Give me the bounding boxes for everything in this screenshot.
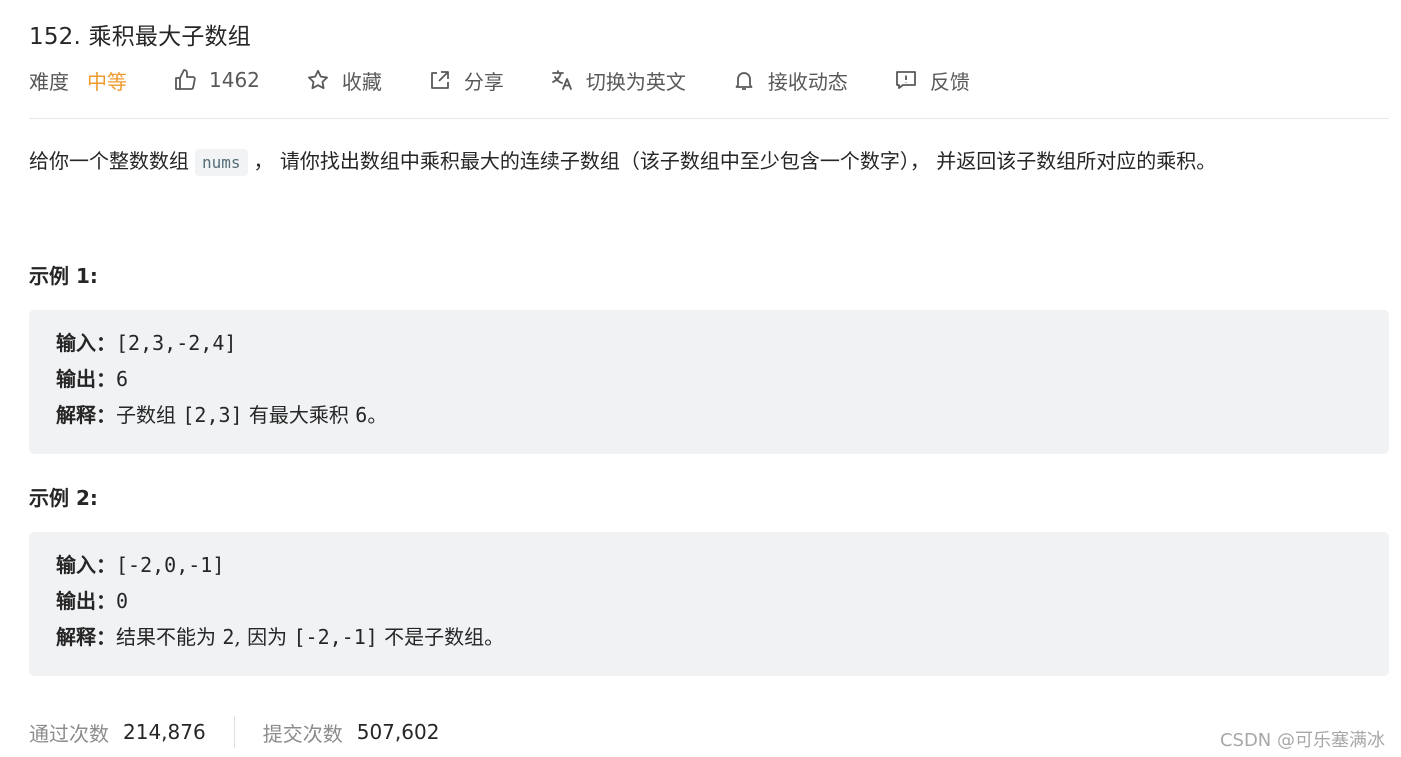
input-label: 输入： <box>56 331 116 355</box>
subscribe-label: 接收动态 <box>767 69 848 94</box>
problem-title: 152. 乘积最大子数组 <box>29 24 251 50</box>
favorite-label: 收藏 <box>341 69 382 94</box>
submission-stats: 通过次数 214,876 提交次数 507,602 <box>29 716 439 748</box>
csdn-watermark: CSDN @可乐塞满冰 <box>1219 730 1385 751</box>
submissions-label: 提交次数 <box>262 721 343 746</box>
explain-text-a: 子数组 <box>116 403 183 427</box>
bell-icon <box>732 68 756 92</box>
explain-label: 解释： <box>56 403 116 427</box>
description-text-after: ， 请你找出数组中乘积最大的连续子数组（该子数组中至少包含一个数字）， 并返回该… <box>253 149 1217 173</box>
input-label: 输入： <box>56 553 116 577</box>
translate-button[interactable]: 切换为英文 <box>550 66 686 95</box>
thumbs-up-icon <box>173 68 197 92</box>
explain-text-c: 不是子数组。 <box>377 625 505 649</box>
stats-divider <box>233 716 235 748</box>
like-count: 1462 <box>209 68 260 92</box>
input-value: [2,3,-2,4] <box>116 331 237 355</box>
explain-text-b: 有最大乘积 <box>242 403 356 427</box>
feedback-button[interactable]: 反馈 <box>894 66 970 95</box>
example-1-title: 示例 1: <box>29 264 98 288</box>
output-value: 6 <box>116 367 129 391</box>
accepted-count: 214,876 <box>123 720 206 744</box>
explain-code: 2 <box>222 625 235 649</box>
explain-text-c: 。 <box>367 403 388 427</box>
subscribe-button[interactable]: 接收动态 <box>732 66 848 95</box>
example-output-row: 输出：0 <box>56 583 1389 619</box>
explain-code: [2,3] <box>182 403 243 427</box>
submissions-count: 507,602 <box>356 720 440 744</box>
inline-code: nums <box>195 149 248 176</box>
output-value: 0 <box>116 589 129 613</box>
output-label: 输出： <box>56 367 116 391</box>
explain-text-b: , 因为 <box>234 625 294 649</box>
difficulty-label: 难度 <box>29 69 69 94</box>
feedback-label: 反馈 <box>929 69 970 94</box>
share-icon <box>428 68 452 92</box>
output-label: 输出： <box>56 589 116 613</box>
example-output-row: 输出：6 <box>56 361 1389 397</box>
header-divider <box>29 118 1389 119</box>
problem-description: 给你一个整数数组 nums， 请你找出数组中乘积最大的连续子数组（该子数组中至少包… <box>29 143 1216 181</box>
share-button[interactable]: 分享 <box>428 66 504 95</box>
share-label: 分享 <box>463 69 504 94</box>
description-text-before: 给你一个整数数组 <box>29 149 189 173</box>
feedback-icon <box>894 68 918 92</box>
explain-label: 解释： <box>56 625 116 649</box>
accepted-label: 通过次数 <box>29 721 109 746</box>
example-explain-row: 解释：结果不能为 2, 因为 [-2,-1] 不是子数组。 <box>56 619 1389 655</box>
favorite-button[interactable]: 收藏 <box>306 66 382 95</box>
explain-text-a: 结果不能为 <box>116 625 223 649</box>
problem-toolbar: 难度 中等 1462 收藏 分享 切换为英文 接收动态 反馈 <box>29 64 1016 96</box>
example-1-block: 输入：[2,3,-2,4] 输出：6 解释：子数组 [2,3] 有最大乘积 6。 <box>29 310 1389 454</box>
like-button[interactable]: 1462 <box>173 68 260 92</box>
translate-label: 切换为英文 <box>585 69 686 94</box>
explain-number: [-2,-1] <box>293 625 378 649</box>
example-input-row: 输入：[-2,0,-1] <box>56 547 1389 583</box>
example-input-row: 输入：[2,3,-2,4] <box>56 325 1389 361</box>
example-explain-row: 解释：子数组 [2,3] 有最大乘积 6。 <box>56 397 1389 433</box>
translate-icon <box>550 68 574 92</box>
star-icon <box>306 68 330 92</box>
example-2-block: 输入：[-2,0,-1] 输出：0 解释：结果不能为 2, 因为 [-2,-1]… <box>29 532 1389 676</box>
input-value: [-2,0,-1] <box>116 553 225 577</box>
difficulty-badge: 中等 <box>87 69 127 94</box>
explain-number: 6 <box>355 403 368 427</box>
example-2-title: 示例 2: <box>29 486 98 510</box>
